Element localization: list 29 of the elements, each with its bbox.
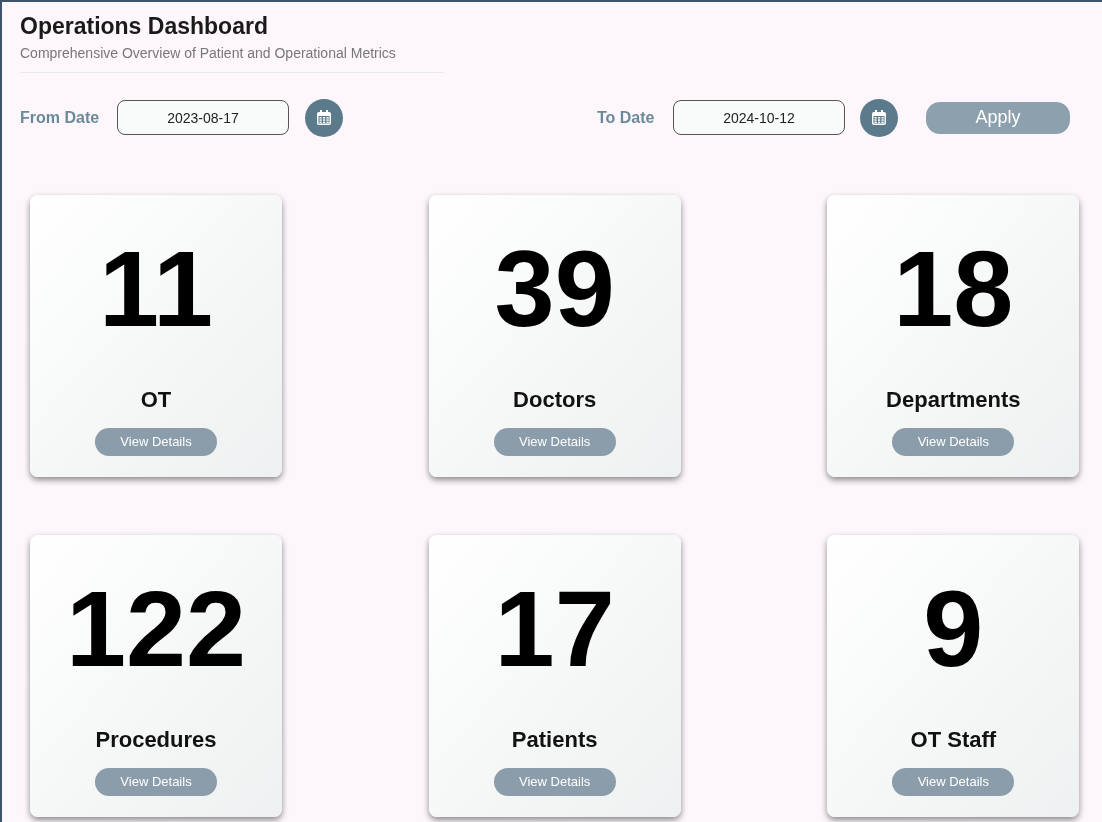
- view-details-button[interactable]: View Details: [95, 427, 217, 456]
- view-details-button[interactable]: View Details: [493, 767, 616, 796]
- from-date-label: From Date: [20, 107, 101, 128]
- to-date-field[interactable]: 2024-10-12: [673, 100, 845, 136]
- page-title: Operations Dashboard: [20, 12, 269, 41]
- metric-label: Doctors: [513, 385, 597, 414]
- metric-label: Procedures: [95, 725, 217, 754]
- metric-value: 18: [893, 234, 1014, 343]
- metric-value: 122: [65, 574, 247, 683]
- metric-label: Departments: [886, 385, 1021, 414]
- metric-label: OT: [140, 385, 172, 414]
- page-subtitle: Comprehensive Overview of Patient and Operational Metrics: [20, 43, 397, 63]
- calendar-button[interactable]: [305, 98, 343, 137]
- metric-label: OT Staff: [910, 725, 997, 754]
- metric-value: 39: [494, 234, 615, 343]
- view-details-button[interactable]: View Details: [95, 767, 217, 796]
- view-details-button[interactable]: View Details: [493, 427, 616, 456]
- view-details-button[interactable]: View Details: [892, 767, 1015, 796]
- to-date-label: To Date: [597, 107, 656, 128]
- metric-label: Patients: [511, 725, 598, 754]
- metric-value: 11: [98, 234, 214, 343]
- metric-value: 9: [923, 574, 984, 683]
- apply-button[interactable]: Apply: [926, 101, 1070, 134]
- calendar-button[interactable]: [860, 98, 898, 137]
- calendar-icon: [315, 108, 333, 127]
- metric-value: 17: [494, 574, 615, 683]
- calendar-icon: [870, 108, 888, 127]
- from-date-field[interactable]: 2023-08-17: [117, 100, 289, 136]
- view-details-button[interactable]: View Details: [892, 427, 1015, 456]
